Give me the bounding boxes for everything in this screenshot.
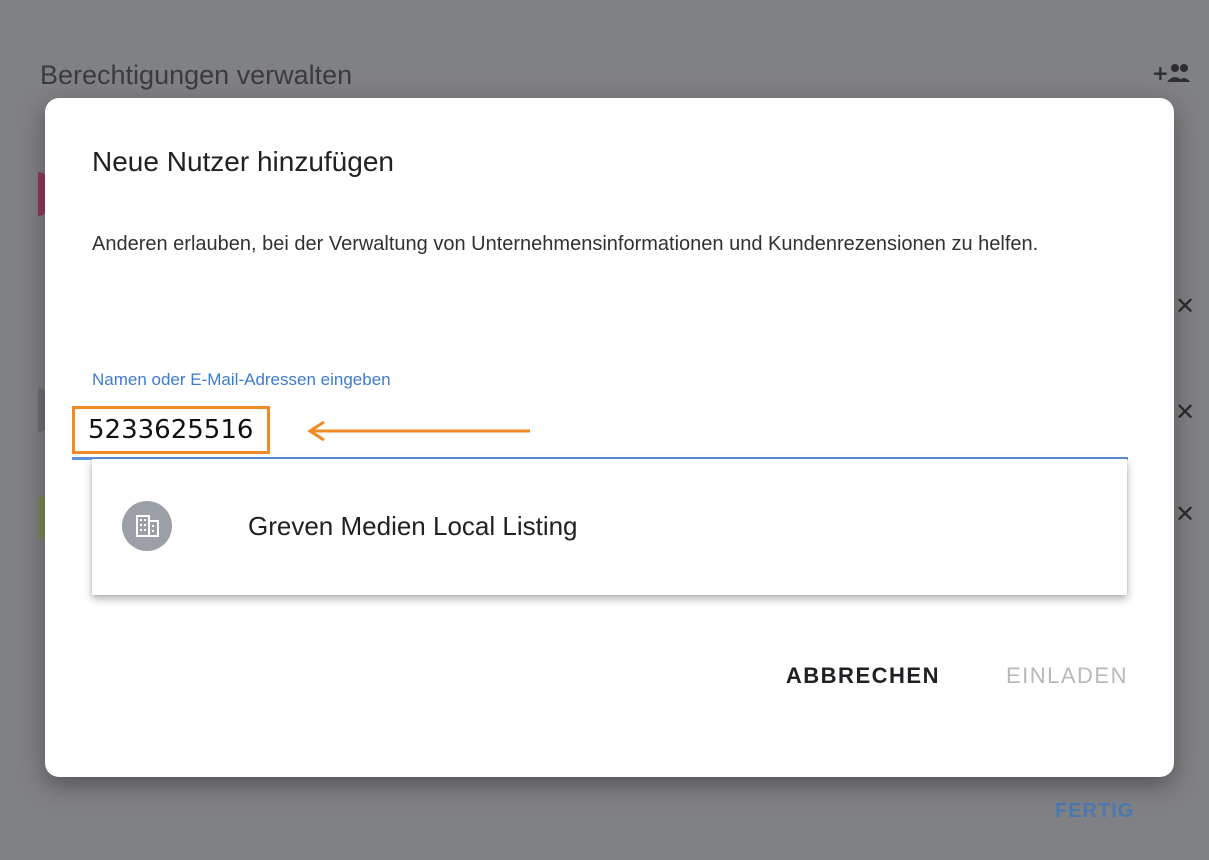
svg-text:+: + [1152,61,1169,85]
close-icon[interactable]: ✕ [1170,398,1200,428]
name-email-input[interactable] [88,415,264,445]
suggestion-item[interactable]: Greven Medien Local Listing [92,459,1127,595]
invite-button[interactable]: EINLADEN [1006,663,1128,689]
dialog-title: Neue Nutzer hinzufügen [92,146,394,177]
suggestion-label: Greven Medien Local Listing [248,511,578,541]
input-label: Namen oder E-Mail-Adressen eingeben [92,370,391,389]
person-add-icon[interactable]: + [1152,60,1192,90]
add-users-dialog: Neue Nutzer hinzufügen Anderen erlauben,… [45,98,1174,777]
close-icon[interactable]: ✕ [1170,292,1200,322]
dialog-description: Anderen erlauben, bei der Verwaltung von… [92,233,1039,255]
arrow-left-icon [307,420,530,442]
cancel-button[interactable]: ABBRECHEN [786,663,940,689]
name-email-field [72,406,1128,460]
close-icon[interactable]: ✕ [1170,500,1200,530]
page-title: Berechtigungen verwalten [40,60,353,90]
done-button[interactable]: FERTIG [1055,800,1134,823]
dialog-actions: ABBRECHEN EINLADEN [786,663,1128,689]
business-building-icon [122,501,172,551]
